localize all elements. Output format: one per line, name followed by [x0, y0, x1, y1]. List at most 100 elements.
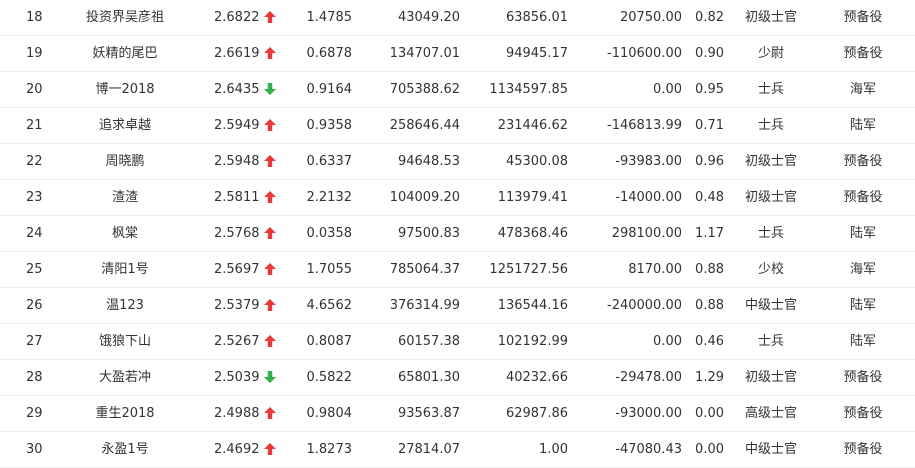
level-cell: 中级士官 [744, 442, 797, 457]
branch-cell: 预备役 [843, 442, 883, 457]
branch-cell: 预备役 [843, 154, 883, 169]
table-row[interactable]: 22 周晓鹏 2.5948 0.6337 94648.53 45300.08 -93983.… [0, 144, 915, 180]
level-cell: 士兵 [757, 226, 784, 241]
table-row[interactable]: 26 温123 2.5379 4.6562 376314.99 136544.16 -240… [0, 288, 915, 324]
name-cell[interactable]: 大盈若冲 [70, 360, 180, 396]
score-cell: 2.5949 [214, 118, 260, 133]
arrow-up-icon [264, 324, 276, 360]
arrow-up-icon [264, 108, 276, 144]
value3-cell: 298100.00 [611, 226, 682, 241]
name-cell[interactable]: 永盈1号 [70, 432, 180, 468]
value1-cell: 785064.37 [389, 262, 460, 277]
branch-cell: 预备役 [843, 190, 883, 205]
value2-cell: 136544.16 [497, 298, 568, 313]
score-cell: 2.5039 [214, 370, 260, 385]
score-cell: 2.4988 [214, 406, 260, 421]
arrow-up-icon [264, 432, 276, 468]
table-row[interactable]: 28 大盈若冲 2.5039 0.5822 65801.30 40232.66 -29478… [0, 360, 915, 396]
rank-cell: 29 [26, 406, 43, 421]
rank-cell: 19 [26, 46, 43, 61]
name-cell[interactable]: 博一2018 [70, 72, 180, 108]
table-row[interactable]: 21 追求卓越 2.5949 0.9358 258646.44 231446.62 -146… [0, 108, 915, 144]
rank-cell: 23 [26, 190, 43, 205]
value1-cell: 376314.99 [389, 298, 460, 313]
table-row[interactable]: 29 重生2018 2.4988 0.9804 93563.87 62987.86 -930… [0, 396, 915, 432]
value4-cell: 0.88 [695, 262, 724, 277]
value4-cell: 0.71 [695, 118, 724, 133]
value1-cell: 705388.62 [389, 82, 460, 97]
value3-cell: 20750.00 [619, 10, 682, 25]
rank-cell: 30 [26, 442, 43, 457]
arrow-up-icon [264, 0, 276, 36]
rank-cell: 20 [26, 82, 43, 97]
arrow-up-icon [264, 36, 276, 72]
branch-cell: 陆军 [849, 298, 876, 313]
value4-cell: 1.17 [695, 226, 724, 241]
table-row[interactable]: 18 投资界吴彦祖 2.6822 1.4785 43049.20 63856.01 2075… [0, 0, 915, 36]
value4-cell: 0.90 [695, 46, 724, 61]
value4-cell: 0.96 [695, 154, 724, 169]
name-cell[interactable]: 妖精的尾巴 [70, 36, 180, 72]
table-row[interactable]: 20 博一2018 2.6435 0.9164 705388.62 1134597.85 0… [0, 72, 915, 108]
name-cell[interactable]: 温123 [70, 288, 180, 324]
value4-cell: 0.00 [695, 406, 724, 421]
level-cell: 初级士官 [744, 190, 797, 205]
level-cell: 少校 [757, 262, 784, 277]
value2-cell: 62987.86 [505, 406, 568, 421]
branch-cell: 预备役 [843, 406, 883, 421]
score-cell: 2.6619 [214, 46, 260, 61]
value3-cell: 8170.00 [628, 262, 682, 277]
value2-cell: 40232.66 [505, 370, 568, 385]
value1-cell: 43049.20 [397, 10, 460, 25]
table-row[interactable]: 25 清阳1号 2.5697 1.7055 785064.37 1251727.56 817… [0, 252, 915, 288]
name-cell[interactable]: 枫棠 [70, 216, 180, 252]
value2-cell: 45300.08 [505, 154, 568, 169]
value3-cell: -47080.43 [615, 442, 682, 457]
ranking-table: 18 投资界吴彦祖 2.6822 1.4785 43049.20 63856.01 2075… [0, 0, 915, 468]
ratio-cell: 1.8273 [306, 442, 353, 457]
table-row[interactable]: 23 渣渣 2.5811 2.2132 104009.20 113979.41 -14000… [0, 180, 915, 216]
score-cell: 2.4692 [214, 442, 260, 457]
value1-cell: 93563.87 [397, 406, 460, 421]
arrow-up-icon [264, 252, 276, 288]
arrow-up-icon [264, 288, 276, 324]
score-cell: 2.6822 [214, 10, 260, 25]
table-row[interactable]: 27 饿狼下山 2.5267 0.8087 60157.38 102192.99 0.00 0… [0, 324, 915, 360]
name-cell[interactable]: 渣渣 [70, 180, 180, 216]
value1-cell: 258646.44 [389, 118, 460, 133]
ratio-cell: 0.5822 [306, 370, 353, 385]
value3-cell: 0.00 [653, 82, 682, 97]
table-row[interactable]: 19 妖精的尾巴 2.6619 0.6878 134707.01 94945.17 -110… [0, 36, 915, 72]
name-cell[interactable]: 周晓鹏 [70, 144, 180, 180]
rank-cell: 18 [26, 10, 43, 25]
value4-cell: 0.95 [695, 82, 724, 97]
name-cell[interactable]: 重生2018 [70, 396, 180, 432]
value2-cell: 113979.41 [497, 190, 568, 205]
branch-cell: 陆军 [849, 118, 876, 133]
value4-cell: 0.00 [695, 442, 724, 457]
ratio-cell: 2.2132 [306, 190, 353, 205]
name-cell[interactable]: 饿狼下山 [70, 324, 180, 360]
value4-cell: 0.82 [695, 10, 724, 25]
score-cell: 2.5267 [214, 334, 260, 349]
name-cell[interactable]: 投资界吴彦祖 [70, 0, 180, 36]
value1-cell: 97500.83 [397, 226, 460, 241]
name-cell[interactable]: 追求卓越 [70, 108, 180, 144]
arrow-up-icon [264, 216, 276, 252]
rank-cell: 28 [26, 370, 43, 385]
value2-cell: 102192.99 [497, 334, 568, 349]
name-cell[interactable]: 清阳1号 [70, 252, 180, 288]
value2-cell: 1.00 [539, 442, 568, 457]
value3-cell: -29478.00 [615, 370, 682, 385]
value2-cell: 1134597.85 [489, 82, 568, 97]
level-cell: 初级士官 [744, 370, 797, 385]
ratio-cell: 0.9164 [306, 82, 353, 97]
table-row[interactable]: 30 永盈1号 2.4692 1.8273 27814.07 1.00 -47080.43 0… [0, 432, 915, 468]
table-row[interactable]: 24 枫棠 2.5768 0.0358 97500.83 478368.46 298100.… [0, 216, 915, 252]
value3-cell: -93983.00 [615, 154, 682, 169]
value4-cell: 0.48 [695, 190, 724, 205]
ratio-cell: 4.6562 [306, 298, 353, 313]
value4-cell: 1.29 [695, 370, 724, 385]
value1-cell: 134707.01 [389, 46, 460, 61]
level-cell: 中级士官 [744, 298, 797, 313]
